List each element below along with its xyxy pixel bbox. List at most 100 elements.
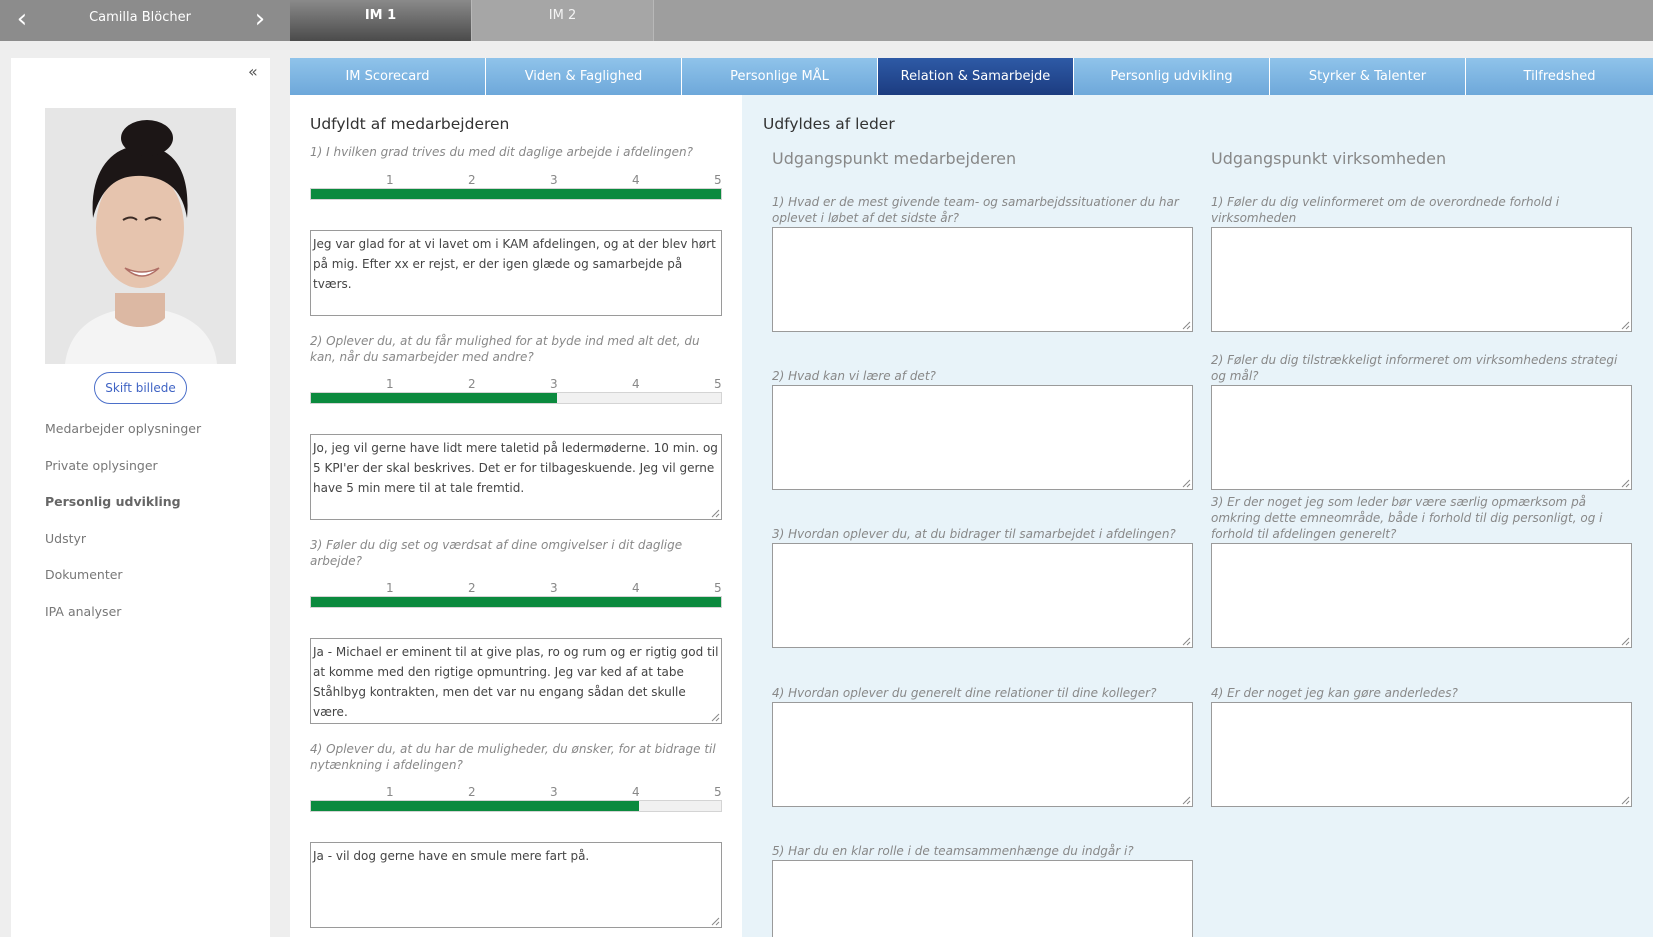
scale-label: 1 [386, 581, 394, 595]
leader-question: 4) Hvordan oplever du generelt dine rela… [772, 686, 1157, 700]
leader-question: 2) Føler du dig tilstrækkeligt informere… [1211, 353, 1618, 383]
rating-fill [311, 393, 557, 403]
rating-track[interactable] [310, 188, 722, 200]
rating-scale[interactable]: 1 2 3 4 5 [310, 581, 722, 609]
employee-question: 4) Oplever du, at du har de muligheder, … [310, 742, 716, 772]
employee-question: 1) I hvilken grad trives du med dit dagl… [310, 145, 693, 159]
answer-textarea[interactable]: Jo, jeg vil gerne have lidt mere taletid… [310, 434, 722, 520]
answer-text: Jo, jeg vil gerne have lidt mere taletid… [313, 441, 718, 495]
leader-answer-textarea[interactable] [772, 227, 1193, 332]
rating-track[interactable] [310, 392, 722, 404]
employee-question: 2) Oplever du, at du får mulighed for at… [310, 334, 700, 364]
employee-navigator: ‹ Camilla Blöcher › [0, 0, 290, 41]
rating-scale[interactable]: 1 2 3 4 5 [310, 377, 722, 405]
rating-scale[interactable]: 1 2 3 4 5 [310, 173, 722, 201]
employee-panel: Udfyldt af medarbejderen 1) I hvilken gr… [290, 95, 742, 937]
sidebar-item-private-info[interactable]: Private oplysinger [45, 457, 201, 494]
sidebar-item-employee-info[interactable]: Medarbejder oplysninger [45, 420, 201, 457]
answer-text: Ja - Michael er eminent til at give plas… [313, 645, 719, 719]
scale-label: 3 [550, 785, 558, 799]
answer-textarea[interactable]: Ja - vil dog gerne have en smule mere fa… [310, 842, 722, 928]
answer-textarea[interactable]: Ja - Michael er eminent til at give plas… [310, 638, 722, 724]
resize-handle-icon[interactable] [1621, 321, 1630, 330]
scale-label: 4 [632, 785, 640, 799]
leader-answer-textarea[interactable] [772, 385, 1193, 490]
scale-label: 1 [386, 173, 394, 187]
resize-handle-icon[interactable] [1621, 796, 1630, 805]
rating-track[interactable] [310, 596, 722, 608]
double-chevron-left-icon[interactable]: « [248, 62, 258, 81]
tab-im-2[interactable]: IM 2 [472, 0, 654, 41]
leader-question: 1) Føler du dig velinformeret om de over… [1211, 195, 1560, 225]
scale-label: 3 [550, 173, 558, 187]
leader-question: 4) Er der noget jeg kan gøre anderledes? [1211, 686, 1458, 700]
answer-text: Ja - vil dog gerne have en smule mere fa… [313, 849, 590, 863]
leader-answer-textarea[interactable] [772, 702, 1193, 807]
sidebar-item-personal-development[interactable]: Personlig udvikling [45, 493, 201, 530]
resize-handle-icon[interactable] [711, 509, 720, 518]
scale-label: 5 [714, 785, 722, 799]
answer-textarea[interactable]: Jeg var glad for at vi lavet om i KAM af… [310, 230, 722, 316]
scale-label: 4 [632, 377, 640, 391]
leader-answer-textarea[interactable] [1211, 385, 1632, 490]
rating-track[interactable] [310, 800, 722, 812]
resize-handle-icon[interactable] [711, 917, 720, 926]
scale-label: 2 [468, 173, 476, 187]
leader-question: 3) Hvordan oplever du, at du bidrager ti… [772, 527, 1176, 541]
scale-label: 5 [714, 581, 722, 595]
leader-answer-textarea[interactable] [772, 543, 1193, 648]
scale-label: 1 [386, 377, 394, 391]
rating-fill [311, 189, 721, 199]
sidebar-item-documents[interactable]: Dokumenter [45, 566, 201, 603]
tab-personal-goals[interactable]: Personlige MÅL [682, 58, 878, 95]
rating-fill [311, 597, 721, 607]
scale-label: 1 [386, 785, 394, 799]
rating-scale[interactable]: 1 2 3 4 5 [310, 785, 722, 813]
leader-question: 1) Hvad er de mest givende team- og sama… [772, 195, 1179, 225]
tab-im-scorecard[interactable]: IM Scorecard [290, 58, 486, 95]
scale-label: 3 [550, 377, 558, 391]
resize-handle-icon[interactable] [1621, 479, 1630, 488]
scale-label: 5 [714, 173, 722, 187]
leader-question: 3) Er der noget jeg som leder bør være s… [1211, 495, 1603, 541]
scale-label: 2 [468, 581, 476, 595]
sidebar: « Skift billede Medarbejder oplysninger … [11, 58, 270, 937]
scale-label: 4 [632, 173, 640, 187]
sidebar-item-equipment[interactable]: Udstyr [45, 530, 201, 567]
leader-answer-textarea[interactable] [1211, 227, 1632, 332]
employee-question: 3) Føler du dig set og værdsat af dine o… [310, 538, 683, 568]
scale-label: 2 [468, 377, 476, 391]
leader-panel: Udfyldes af leder Udgangspunkt medarbejd… [742, 95, 1653, 937]
leader-question: 2) Hvad kan vi lære af det? [772, 369, 936, 383]
resize-handle-icon[interactable] [1182, 479, 1191, 488]
tab-im-1[interactable]: IM 1 [290, 0, 472, 41]
chevron-right-icon[interactable]: › [248, 6, 272, 32]
resize-handle-icon[interactable] [1621, 637, 1630, 646]
tab-strengths-talents[interactable]: Styrker & Talenter [1270, 58, 1466, 95]
resize-handle-icon[interactable] [711, 713, 720, 722]
leader-question: 5) Har du en klar rolle i de teamsammenh… [772, 844, 1134, 858]
top-bar: ‹ Camilla Blöcher › IM 1 IM 2 [0, 0, 1653, 41]
employee-panel-title: Udfyldt af medarbejderen [310, 115, 510, 133]
rating-fill [311, 801, 639, 811]
sidebar-item-ipa-analyses[interactable]: IPA analyser [45, 603, 201, 640]
scale-label: 4 [632, 581, 640, 595]
resize-handle-icon[interactable] [1182, 796, 1191, 805]
employee-name: Camilla Blöcher [89, 10, 191, 25]
tab-knowledge[interactable]: Viden & Faglighed [486, 58, 682, 95]
scale-label: 5 [714, 377, 722, 391]
change-photo-button[interactable]: Skift billede [94, 372, 187, 404]
leader-panel-title: Udfyldes af leder [763, 115, 895, 133]
leader-answer-textarea[interactable] [772, 860, 1193, 937]
tab-personal-development[interactable]: Personlig udvikling [1074, 58, 1270, 95]
chevron-left-icon[interactable]: ‹ [10, 6, 34, 32]
employee-column-title: Udgangspunkt medarbejderen [772, 149, 1017, 168]
scale-label: 2 [468, 785, 476, 799]
tab-relation-collaboration[interactable]: Relation & Samarbejde [878, 58, 1074, 95]
section-tabs: IM Scorecard Viden & Faglighed Personlig… [290, 58, 1653, 95]
leader-answer-textarea[interactable] [1211, 543, 1632, 648]
resize-handle-icon[interactable] [1182, 637, 1191, 646]
tab-satisfaction[interactable]: Tilfredshed [1466, 58, 1653, 95]
leader-answer-textarea[interactable] [1211, 702, 1632, 807]
resize-handle-icon[interactable] [1182, 321, 1191, 330]
